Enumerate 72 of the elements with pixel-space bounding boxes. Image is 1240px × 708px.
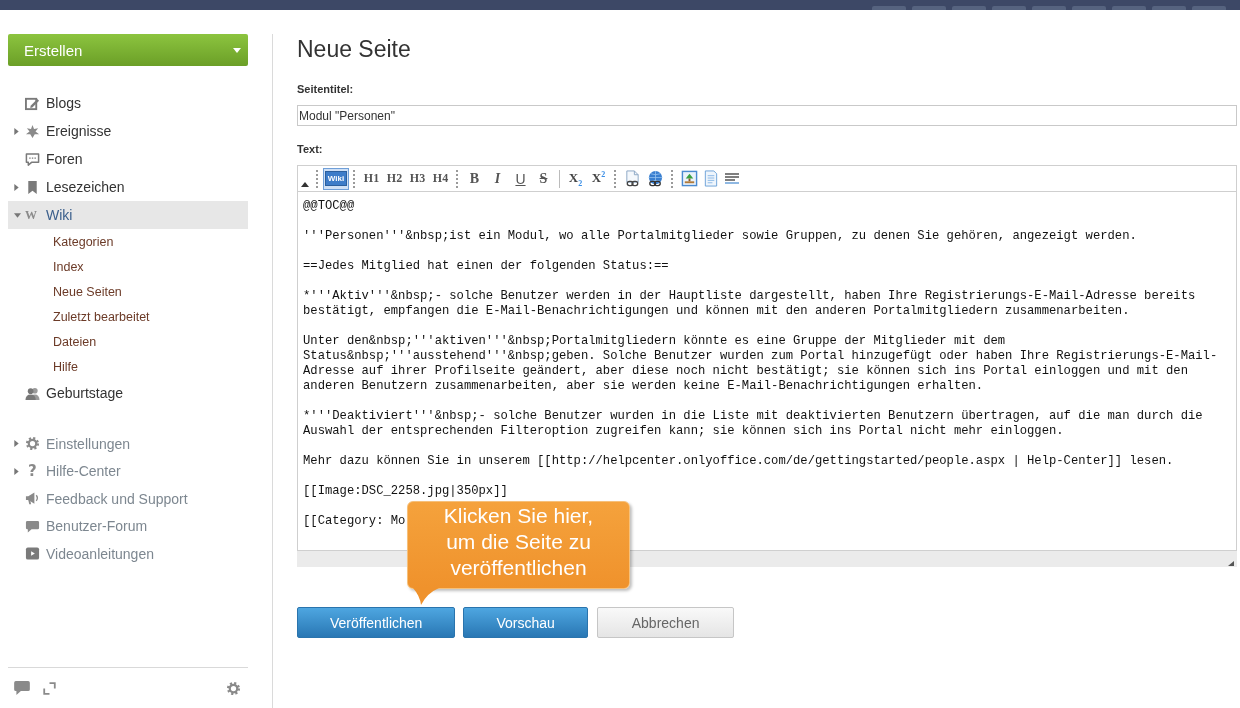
markup-paragraph: Mehr dazu können Sie in unserem [[http://helpcenter.onlyoffice.com/de/gettingstarted/people.aspx | Help-Center]] lesen. [303,454,1174,469]
bookmark-icon [25,179,40,195]
field-label: Text: [297,142,324,156]
sidebar-subitem[interactable]: Hilfe [8,354,248,379]
edit-icon [25,95,40,111]
toolbar-button[interactable]: I [486,167,509,190]
preview-button[interactable]: Vorschau [463,607,588,638]
megaphone-icon [25,491,40,507]
caret-down-icon [233,47,241,53]
markup-paragraph: *'''Deaktiviert'''&nbsp;- solche Benutzer wurden in die Liste mit deaktivierten Benutzern übertragen, auf die man durch die Auswahl der entsprechenden Filteroption zugreifen kann; sie können sich ins Portal nicht mehr einloggen. [303,409,1204,439]
expand-icon[interactable] [43,681,56,695]
help-item[interactable]: Feedback und Support [8,485,248,513]
wiki-mode-button[interactable]: Wiki [323,167,349,190]
help-item[interactable]: Videoanleitungen [8,540,248,568]
page-title: Neue Seite [297,35,412,63]
caret-right-icon[interactable] [14,127,19,135]
callout-tooltip: Klicken Sie hier, um die Seite zu veröffentlichen [407,501,630,605]
globe-link-icon[interactable] [647,170,664,187]
sidebar-item[interactable]: Ereignisse [8,117,248,145]
speech-bubble-icon [25,518,40,534]
markup-paragraph: @@TOC@@ [303,199,355,214]
sidebar-subitem[interactable]: Dateien [8,329,248,354]
settings-icon[interactable] [226,680,241,696]
speech-bubble-icon [25,151,40,167]
starburst-icon [25,123,40,139]
toolbar-button[interactable]: X$_{2}$ [564,167,587,190]
help-item[interactable]: Einstellungen [8,430,248,458]
toolbar-button[interactable]: H4 [429,167,452,190]
help-item[interactable]: ? Hilfe-Center [8,457,248,485]
markup-paragraph: ==Jedes Mitglied hat einen der folgenden Status:== [303,259,669,274]
people-icon [25,385,40,401]
up-arrow-icon[interactable] [301,182,309,187]
sidebar-item[interactable]: Lesezeichen [8,173,248,201]
cancel-button[interactable]: Abbrechen [596,607,735,638]
caret-right-icon[interactable] [14,467,19,475]
question-mark-icon: ? [28,463,37,479]
chat-icon[interactable] [14,681,30,695]
toolbar-button[interactable]: S [532,167,555,190]
horizontal-lines-icon[interactable] [724,173,740,184]
toolbar-button[interactable]: X$^{2}$ [587,167,610,190]
markup-paragraph: '''Personen'''&nbsp;ist ein Modul, wo alle Portalmitglieder sowie Gruppen, zu denen Sie gehören, angezeigt werden. [303,229,1137,244]
picture-icon[interactable] [681,170,698,187]
markup-paragraph: [[Image:DSC_2258.jpg|350px]] [303,484,508,499]
markup-paragraph: *'''Aktiv'''&nbsp;- solche Benutzer werden in der Hauptliste dargestellt, haben Ihre Registrierungs-E-Mail-Adresse bereits bestätigt, empfangen die E-Mail-Benachrichtigungen und können mit den anderen Portalmitgliedern zusammenarbeiten. [303,289,1197,319]
play-icon [25,546,40,562]
toolbar-button[interactable]: H3 [406,167,429,190]
sidebar-subitem[interactable]: Neue Seiten [8,279,248,304]
toolbar-button[interactable]: B [463,167,486,190]
toolbar-button[interactable]: H1 [360,167,383,190]
markup-paragraph: [[Category: Mo [303,514,406,529]
markup-paragraph: Unter den&nbsp;'''aktiven'''&nbsp;Portalmitgliedern könnte es eine Gruppe der Mitglieder mit dem Status&nbsp;'''ausstehend'''&nbsp;geben. Solche Benutzer wurden zum Portal hinzugefügt oder haben Ihre Registrierungs-E-Mail-Adresse auf ihrer Profilseite geändert, aber diese noch nicht bestätigt; sie können sich ins Portal einloggen und mit den anderen Benutzern zusammenarbeiten, aber sie werden keine E-Mail-Benachrichtigungen erhalten. [303,334,1219,394]
sidebar-item[interactable]: Blogs [8,89,248,117]
sidebar-item[interactable]: W Wiki [8,201,248,229]
toolbar-button[interactable]: U [509,167,532,190]
toolbar-button[interactable]: H2 [383,167,406,190]
sidebar-subitem[interactable]: Kategorien [8,229,248,254]
caret-down-icon[interactable] [14,212,21,218]
sidebar-subitem[interactable]: Zuletzt bearbeitet [8,304,248,329]
letter-icon: W [25,209,37,221]
publish-button[interactable]: Veröffentlichen [297,607,456,638]
resize-grip-icon[interactable] [1228,561,1234,566]
caret-right-icon[interactable] [14,183,19,191]
caret-right-icon[interactable] [14,440,19,448]
field-label: Seitentitel: [297,82,355,96]
sidebar-item[interactable]: Geburtstage [8,379,248,407]
help-item[interactable]: Benutzer-Forum [8,512,248,540]
page-title-input[interactable]: Modul "Personen" [297,105,1237,126]
gear-icon [25,436,40,452]
sidebar-item[interactable]: Foren [8,145,248,173]
sidebar-subitem[interactable]: Index [8,254,248,279]
document-link-icon[interactable] [624,170,641,187]
page-icon[interactable] [704,170,718,187]
